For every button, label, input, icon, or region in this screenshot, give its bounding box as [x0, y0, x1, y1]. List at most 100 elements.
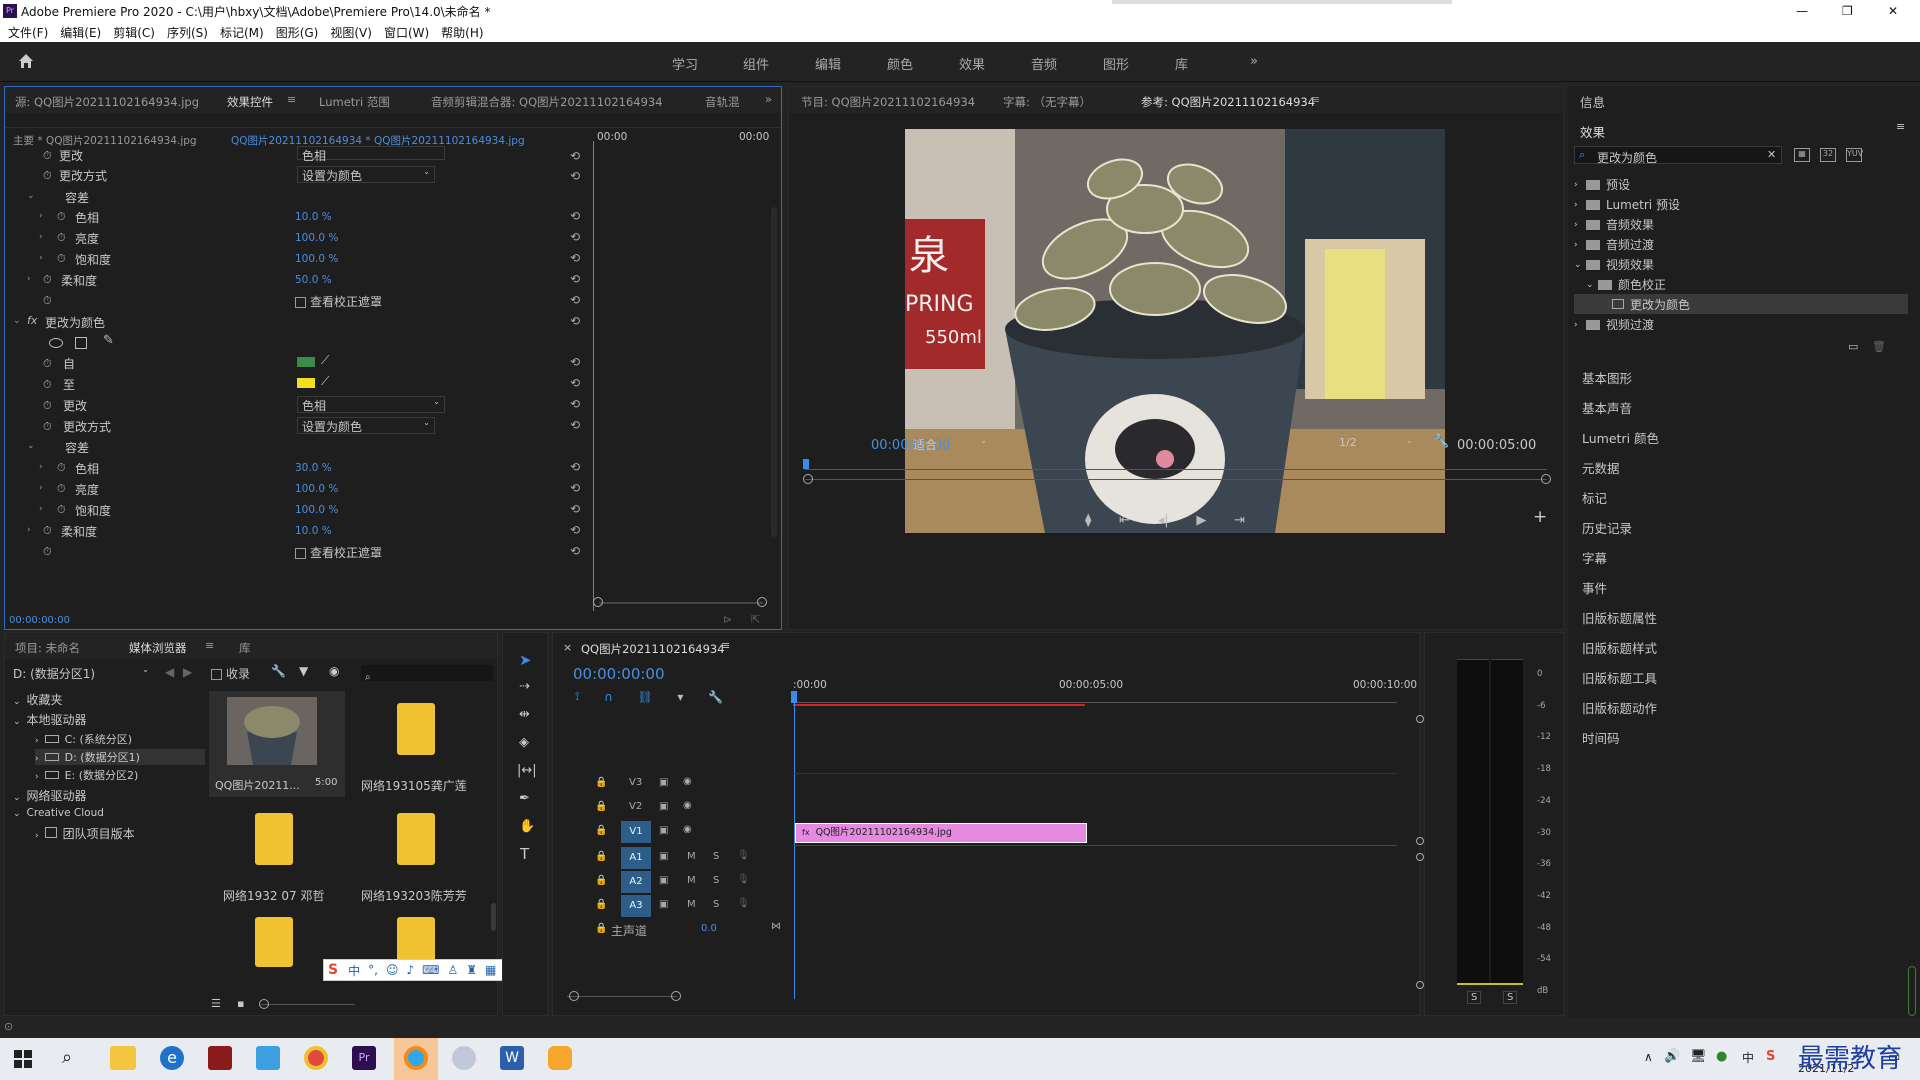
media-item-folder[interactable]: 网络1932 07 邓哲	[209, 801, 345, 907]
play-icon[interactable]: ▶	[1196, 513, 1206, 528]
panel-legacy-title-actions[interactable]: 旧版标题动作	[1582, 698, 1657, 717]
effects-panel-title[interactable]: 效果	[1580, 122, 1605, 141]
add-button-icon[interactable]: +	[1533, 507, 1547, 527]
reset-icon[interactable]: ⟲	[570, 251, 580, 265]
prop-saturation-value[interactable]: 100.0 %	[295, 504, 338, 516]
ingest-checkbox[interactable]: 收录	[211, 665, 250, 682]
fx-badge-icon[interactable]: fx	[27, 314, 37, 327]
reset-icon[interactable]: ⟲	[570, 397, 580, 411]
track-label[interactable]: A1	[621, 847, 651, 869]
thumb-size-slider[interactable]	[261, 1004, 355, 1005]
tree-drive-e[interactable]: › E: (数据分区2)	[35, 767, 205, 783]
tree-favorites[interactable]: ⌄ 收藏夹	[13, 691, 63, 708]
ws-audio[interactable]: 音频	[1031, 54, 1057, 73]
chevron-right-icon[interactable]: ›	[27, 274, 31, 284]
voice-icon[interactable]: ♪	[406, 963, 414, 977]
timeline-playhead-handle[interactable]	[791, 691, 797, 703]
v-zoom-handle-bottom[interactable]	[1416, 837, 1424, 845]
lock-icon[interactable]: 🔒	[595, 875, 607, 886]
restore-button[interactable]: ❐	[1842, 4, 1853, 18]
chevron-right-icon[interactable]: ›	[39, 253, 43, 263]
tab-program[interactable]: 节目: QQ图片20211102164934	[801, 94, 975, 110]
ws-libraries[interactable]: 库	[1175, 54, 1188, 73]
ime-lang[interactable]: 中	[348, 962, 360, 979]
menu-view[interactable]: 视图(V)	[330, 24, 372, 41]
file-explorer-icon[interactable]	[110, 1046, 136, 1070]
home-icon[interactable]	[18, 53, 34, 69]
tree-drive-d[interactable]: › D: (数据分区1)	[35, 749, 205, 765]
selection-tool-icon[interactable]: ➤	[519, 651, 532, 669]
menu-help[interactable]: 帮助(H)	[441, 24, 483, 41]
zoom-fit-dropdown[interactable]: 适合 ⌄	[909, 436, 991, 452]
media-item-photo[interactable]: QQ图片20211... 5:00	[209, 691, 345, 797]
timeline-clip[interactable]: fx QQ图片20211102164934.jpg	[795, 823, 1087, 843]
chevron-down-icon[interactable]: ⌄	[13, 316, 21, 326]
chevron-right-icon[interactable]: ›	[39, 462, 43, 472]
program-ruler[interactable]	[805, 462, 1547, 470]
mic-icon[interactable]: 🎙	[737, 874, 750, 885]
grid-icon[interactable]: ▦	[485, 963, 496, 977]
prop-hue-value[interactable]: 10.0 %	[295, 211, 332, 223]
razor-tool-icon[interactable]: ◈	[519, 735, 529, 750]
rect-mask-icon[interactable]	[75, 337, 87, 349]
tree-item-video-effects[interactable]: ⌄ 视频效果	[1574, 256, 1654, 273]
stopwatch-icon[interactable]: ⏱	[43, 169, 52, 183]
chevron-right-icon[interactable]: ›	[39, 211, 43, 221]
screenshot-tool-icon[interactable]	[452, 1046, 476, 1070]
solo-button[interactable]: S	[713, 875, 719, 886]
program-playhead[interactable]	[803, 459, 809, 469]
lock-icon[interactable]: 🔒	[595, 825, 607, 836]
reset-icon[interactable]: ⟲	[570, 314, 580, 328]
tree-drive-c[interactable]: › C: (系统分区)	[35, 731, 205, 747]
panel-markers[interactable]: 标记	[1582, 488, 1607, 507]
tab-captions[interactable]: 字幕: （无字幕）	[1003, 94, 1091, 110]
reset-icon[interactable]: ⟲	[570, 544, 580, 558]
tl-zoom-handle-right[interactable]	[671, 991, 681, 1001]
ws-graphics[interactable]: 图形	[1103, 54, 1129, 73]
chevron-right-icon[interactable]: ›	[27, 525, 31, 535]
folder-icon[interactable]	[255, 917, 293, 967]
tab-media-browser[interactable]: 媒体浏览器	[129, 640, 187, 656]
accelerated-effects-icon[interactable]: ▦	[1794, 148, 1810, 162]
reset-icon[interactable]: ⟲	[570, 460, 580, 474]
effects-search-input[interactable]: ⌕ 更改为颜色 ✕	[1574, 146, 1782, 165]
tree-creative-cloud[interactable]: ⌄ Creative Cloud	[13, 807, 104, 819]
ws-editing[interactable]: 编辑	[815, 54, 841, 73]
stopwatch-icon[interactable]: ⏱	[57, 482, 66, 496]
clear-search-icon[interactable]: ✕	[1767, 148, 1776, 161]
reset-icon[interactable]: ⟲	[570, 523, 580, 537]
ec-zoom-bar[interactable]	[599, 602, 763, 604]
word-icon[interactable]: W	[500, 1046, 524, 1070]
menu-window[interactable]: 窗口(W)	[384, 24, 429, 41]
panel-menu-icon[interactable]: ≡	[1896, 120, 1905, 133]
change-dropdown[interactable]: 色相	[297, 146, 445, 163]
tree-team-projects[interactable]: › 团队项目版本	[35, 825, 135, 842]
emoji-icon[interactable]: ☺	[386, 963, 399, 977]
track-a1[interactable]: 🔒 A1 ▣ M S 🎙	[553, 847, 791, 869]
ellipse-mask-icon[interactable]	[49, 338, 63, 348]
ime-punct[interactable]: °,	[368, 963, 378, 977]
view-icon[interactable]: ◉	[329, 664, 339, 678]
timeline-timecode[interactable]: 00:00:00:00	[573, 665, 665, 683]
sync-lock-icon[interactable]: ▣	[659, 825, 668, 836]
settings-wrench-icon[interactable]: 🔧	[708, 690, 723, 704]
tab-menu-icon[interactable]: ≡	[1311, 93, 1320, 106]
reset-icon[interactable]: ⟲	[570, 481, 580, 495]
sync-lock-icon[interactable]: ▣	[659, 875, 668, 886]
new-bin-icon[interactable]: ▭	[1848, 340, 1858, 353]
reset-icon[interactable]: ⟲	[570, 272, 580, 286]
zoom-handle-right[interactable]	[1541, 474, 1551, 484]
tree-item-change-to-color[interactable]: 更改为颜色	[1574, 294, 1908, 314]
network-icon[interactable]: 🖥	[1690, 1049, 1707, 1064]
active-app-highlight[interactable]	[394, 1038, 438, 1080]
tl-zoom-handle-left[interactable]	[569, 991, 579, 1001]
chevron-down-icon[interactable]: ⌄	[27, 441, 35, 451]
eye-icon[interactable]: ◉	[683, 800, 692, 811]
pen-mask-icon[interactable]: ✎	[103, 333, 114, 348]
mute-button[interactable]: M	[687, 899, 696, 910]
prop-softness-value[interactable]: 50.0 %	[295, 274, 332, 286]
app-icon[interactable]	[548, 1046, 572, 1070]
master-clip-label[interactable]: 主要 * QQ图片20211102164934.jpg	[13, 133, 197, 148]
stopwatch-icon[interactable]: ⏱	[57, 210, 66, 224]
lock-icon[interactable]: 🔒	[595, 899, 607, 910]
